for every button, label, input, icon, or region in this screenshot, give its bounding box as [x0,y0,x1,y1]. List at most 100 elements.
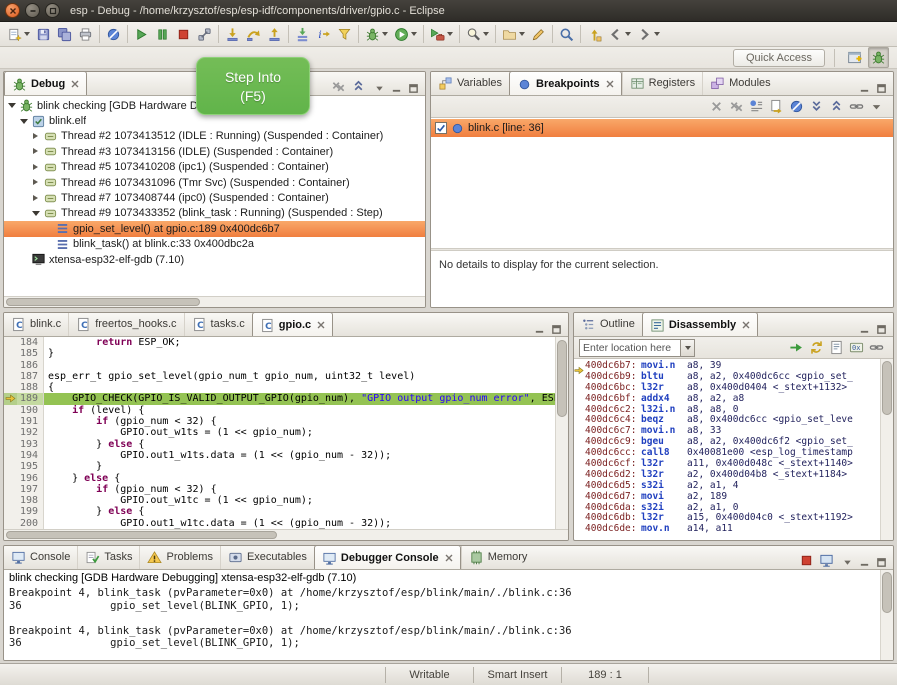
tab-registers[interactable]: Registers [622,72,702,95]
maximize-view-button[interactable] [407,82,420,95]
debug-tree-item[interactable]: gpio_set_level() at gpio.c:189 0x400dc6b… [4,221,425,236]
back-button[interactable] [605,24,634,45]
remove-all-breakpoints-button[interactable] [728,98,745,115]
code-line[interactable]: 200 GPIO.out1_w1tc.data = (1 << (gpio_nu… [4,518,555,529]
tab-problems[interactable]: Problems [139,546,219,569]
debug-button[interactable] [362,24,391,45]
disassembly-line[interactable]: 400dc6bf:addx4a8, a2, a8 [574,394,880,405]
line-number[interactable]: 188 [17,382,44,393]
console-vertical-scrollbar[interactable] [880,570,893,660]
step-into-button[interactable] [222,24,243,45]
editor-marker-bar[interactable] [4,348,17,359]
edit-button[interactable] [528,24,549,45]
tab-variables[interactable]: Variables [431,72,509,95]
suspend-button[interactable] [152,24,173,45]
line-number[interactable]: 185 [17,348,44,359]
editor-marker-bar[interactable] [4,518,17,529]
link-with-active-debug-context-button[interactable] [868,339,885,356]
tab-executables[interactable]: Executables [220,546,314,569]
remove-breakpoint-button[interactable] [708,98,725,115]
expander-closed-icon[interactable] [31,177,42,188]
breakpoint-checkbox[interactable] [435,122,447,134]
debug-tree-item[interactable]: Thread #2 1073413512 (IDLE : Running) (S… [4,129,425,144]
close-tab-icon[interactable] [445,554,453,562]
step-over-button[interactable] [243,24,264,45]
close-tab-icon[interactable] [742,321,750,329]
resume-button[interactable] [131,24,152,45]
debug-perspective-button[interactable] [868,47,889,68]
disassembly-listing[interactable]: 400dc6b7:movi.na8, 39400dc6b9:bltua8, a2… [574,359,880,540]
expander-open-icon[interactable] [31,208,42,219]
maximize-view-button[interactable] [550,323,563,336]
maximize-view-button[interactable] [875,556,888,569]
code-line[interactable]: 192 GPIO.out_w1ts = (1 << gpio_num); [4,427,555,438]
code-line[interactable]: 190 if (level) { [4,405,555,416]
last-edit-location-button[interactable] [584,24,605,45]
expander-open-icon[interactable] [7,100,18,111]
tab-debug[interactable]: Debug [4,72,87,95]
editor-marker-bar[interactable] [4,484,17,495]
scrollbar-thumb[interactable] [6,531,277,539]
window-close-button[interactable] [5,3,20,18]
location-combo[interactable]: Enter location here [579,339,695,357]
debug-tree-item[interactable]: Thread #6 1073431096 (Tmr Svc) (Suspende… [4,175,425,190]
tab-memory[interactable]: Memory [461,546,535,569]
line-number[interactable]: 190 [17,405,44,416]
collapse-all-button[interactable] [828,98,845,115]
code-line[interactable]: 188{ [4,382,555,393]
open-element-button[interactable] [556,24,577,45]
debug-tree-item[interactable]: blink_task() at blink.c:33 0x400dbc2a [4,237,425,252]
code-line[interactable]: 191 if (gpio_num < 32) { [4,416,555,427]
maximize-view-button[interactable] [875,82,888,95]
view-menu-button[interactable] [841,556,854,569]
editor-marker-bar[interactable] [4,506,17,517]
scrollbar-thumb[interactable] [6,298,200,306]
expander-closed-icon[interactable] [31,146,42,157]
expander-closed-icon[interactable] [31,131,42,142]
close-tab-icon[interactable] [71,80,79,88]
drop-to-frame-button[interactable] [292,24,313,45]
tab-gpio-c[interactable]: Cgpio.c [252,313,333,336]
run-button[interactable] [391,24,420,45]
line-number[interactable]: 193 [17,439,44,450]
show-breakpoints-for-selection-button[interactable] [748,98,765,115]
code-line[interactable]: 196 } else { [4,473,555,484]
tab-breakpoints[interactable]: Breakpoints [509,72,622,95]
debug-tree-item[interactable]: Thread #5 1073410208 (ipc1) (Suspended :… [4,160,425,175]
new-folder-button[interactable] [499,24,528,45]
line-number[interactable]: 189 [17,393,44,404]
view-menu-button[interactable] [373,82,386,95]
expander-open-icon[interactable] [19,116,30,127]
search-button[interactable] [463,24,492,45]
save-all-button[interactable] [54,24,75,45]
code-line[interactable]: 197 if (gpio_num < 32) { [4,484,555,495]
code-line[interactable]: 184 return ESP_OK; [4,337,555,348]
line-number[interactable]: 197 [17,484,44,495]
scrollbar-thumb[interactable] [882,572,892,613]
show-opcodes-button[interactable]: 0x [848,339,865,356]
open-perspective-button[interactable] [844,47,865,68]
line-number[interactable]: 200 [17,518,44,529]
tab-tasks[interactable]: Tasks [77,546,139,569]
print-button[interactable] [75,24,96,45]
tab-disassembly[interactable]: Disassembly [642,313,758,336]
go-to-file-button[interactable] [768,98,785,115]
remove-all-terminated-button[interactable] [330,78,347,95]
window-maximize-button[interactable] [45,3,60,18]
line-number[interactable]: 187 [17,371,44,382]
editor-marker-bar[interactable] [4,439,17,450]
instruction-stepping-button[interactable]: i [313,24,334,45]
tab-outline[interactable]: Outline [574,313,642,336]
line-number[interactable]: 198 [17,495,44,506]
editor-marker-bar[interactable] [4,495,17,506]
code-line[interactable]: 195 } [4,461,555,472]
editor-vertical-scrollbar[interactable] [555,337,568,529]
debug-tree-item[interactable]: xtensa-esp32-elf-gdb (7.10) [4,252,425,267]
disassembly-line[interactable]: 400dc6de:mov.na14, a11 [574,524,880,535]
code-line[interactable]: 187esp_err_t gpio_set_level(gpio_num_t g… [4,371,555,382]
link-with-debug-view-button[interactable] [848,98,865,115]
instruction-pointer-icon[interactable] [4,393,17,404]
navigate-to-pc-button[interactable] [788,339,805,356]
line-number[interactable]: 184 [17,337,44,348]
combo-dropdown-icon[interactable] [680,340,694,356]
